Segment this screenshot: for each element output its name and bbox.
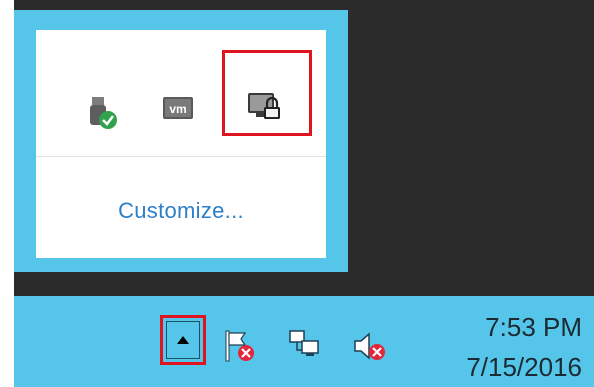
notification-overflow-popup: vm Customize... — [14, 10, 348, 272]
lock-icon-highlight-box — [222, 50, 312, 136]
taskbar: 7:53 PM 7/15/2016 — [14, 296, 594, 387]
clock-time: 7:53 PM — [485, 312, 582, 342]
volume-muted-icon[interactable] — [348, 326, 390, 366]
left-margin — [0, 0, 14, 387]
screen: vm Customize... 7:53 PM 7/15/2016 — [0, 0, 594, 387]
network-icon[interactable] — [284, 326, 326, 366]
popup-divider — [36, 156, 326, 157]
vmware-tools-icon[interactable]: vm — [156, 85, 202, 131]
svg-text:vm: vm — [169, 102, 186, 116]
overflow-popup-panel: vm Customize... — [36, 30, 326, 258]
triangle-up-icon — [177, 336, 189, 344]
action-center-flag-icon[interactable] — [218, 326, 260, 366]
show-hidden-icons-inner — [166, 321, 200, 359]
taskbar-clock[interactable]: 7:53 PM 7/15/2016 — [412, 310, 582, 384]
show-hidden-icons-button[interactable] — [160, 315, 206, 365]
clock-date: 7/15/2016 — [466, 352, 582, 382]
usb-safely-remove-icon[interactable] — [78, 90, 124, 136]
customize-link[interactable]: Customize... — [36, 198, 326, 224]
